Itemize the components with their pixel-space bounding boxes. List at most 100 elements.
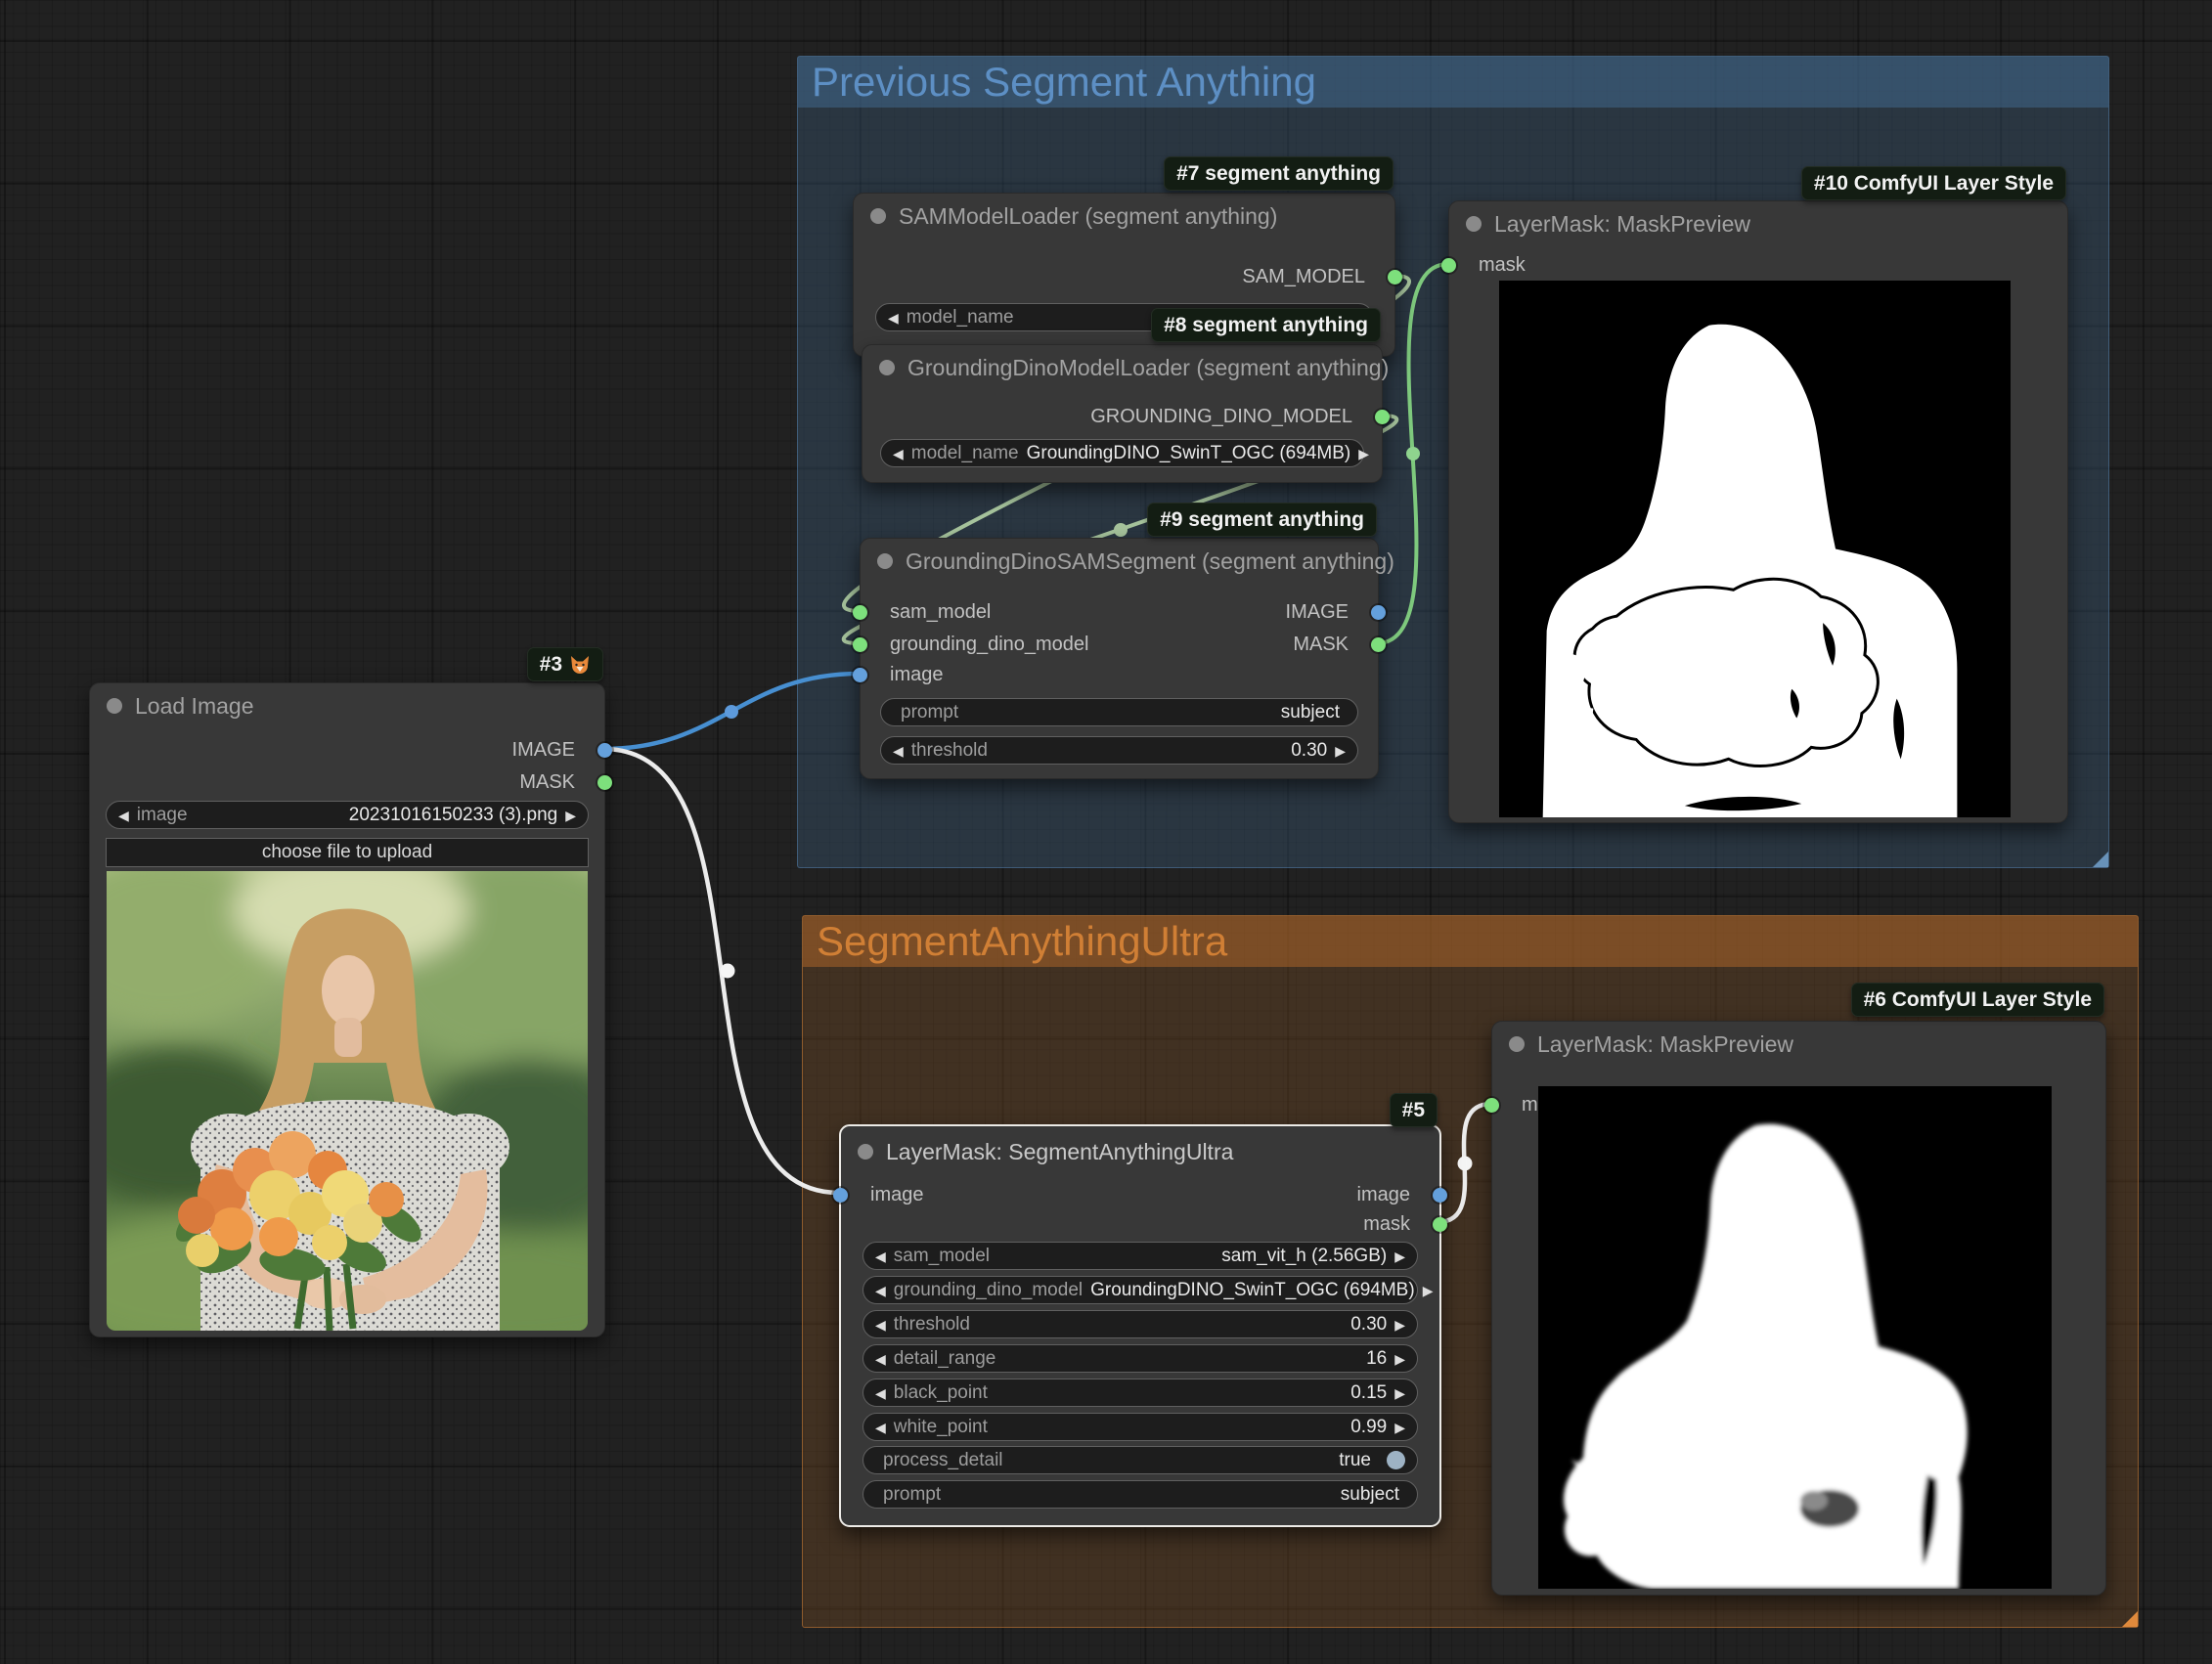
combo-left-arrow-icon[interactable]: ◀ xyxy=(875,1284,886,1297)
badge-text: #9 segment anything xyxy=(1160,508,1364,532)
badge-7: #7 segment anything xyxy=(1164,156,1394,191)
output-port-mask[interactable] xyxy=(597,775,612,790)
node-segment-titlebar[interactable]: GroundingDinoSAMSegment (segment anythin… xyxy=(861,539,1394,584)
sam-model-widget[interactable]: ◀ sam_model sam_vit_h (2.56GB) ▶ xyxy=(863,1242,1418,1270)
stepper-left-arrow-icon[interactable]: ◀ xyxy=(875,1318,886,1332)
collapse-dot-icon[interactable] xyxy=(858,1144,873,1160)
node-mask-preview-10[interactable]: LayerMask: MaskPreview mask xyxy=(1448,200,2068,823)
combo-left-arrow-icon[interactable]: ◀ xyxy=(888,311,899,325)
stepper-right-arrow-icon[interactable]: ▶ xyxy=(1394,1352,1405,1366)
output-port-image[interactable] xyxy=(597,743,612,758)
combo-left-arrow-icon[interactable]: ◀ xyxy=(875,1249,886,1263)
output-label-mask: mask xyxy=(1363,1211,1410,1237)
input-label-grounding-dino-model: grounding_dino_model xyxy=(890,632,1089,657)
prompt-widget[interactable]: prompt subject xyxy=(863,1480,1418,1509)
stepper-right-arrow-icon[interactable]: ▶ xyxy=(1394,1421,1405,1434)
output-port-grounding-dino-model[interactable] xyxy=(1375,410,1390,424)
node-segment-anything-ultra[interactable]: LayerMask: SegmentAnythingUltra image im… xyxy=(839,1124,1441,1527)
badge-text: #10 ComfyUI Layer Style xyxy=(1814,172,2054,196)
output-port-mask[interactable] xyxy=(1371,637,1386,652)
node-mask-preview-6[interactable]: LayerMask: MaskPreview mask xyxy=(1491,1021,2106,1596)
combo-right-arrow-icon[interactable]: ▶ xyxy=(1423,1284,1434,1297)
grounding-dino-model-widget[interactable]: ◀ grounding_dino_model GroundingDINO_Swi… xyxy=(863,1276,1418,1304)
combo-right-arrow-icon[interactable]: ▶ xyxy=(565,809,576,822)
black-point-widget[interactable]: ◀ black_point 0.15 ▶ xyxy=(863,1379,1418,1407)
output-port-image[interactable] xyxy=(1371,605,1386,620)
combo-left-arrow-icon[interactable]: ◀ xyxy=(118,809,129,822)
threshold-widget[interactable]: ◀ threshold 0.30 ▶ xyxy=(863,1310,1418,1338)
widget-value: 0.99 xyxy=(1350,1417,1387,1438)
node-ultra-titlebar[interactable]: LayerMask: SegmentAnythingUltra xyxy=(841,1126,1233,1177)
input-port-grounding-dino-model[interactable] xyxy=(853,637,867,652)
combo-right-arrow-icon[interactable]: ▶ xyxy=(1335,744,1346,758)
widget-value: GroundingDINO_SwinT_OGC (694MB) xyxy=(1090,1280,1415,1301)
widget-name: prompt xyxy=(893,702,958,723)
collapse-dot-icon[interactable] xyxy=(877,553,893,569)
collapse-dot-icon[interactable] xyxy=(879,360,895,375)
group-resize-handle[interactable] xyxy=(2093,852,2108,867)
input-label-mask: mask xyxy=(1479,252,1526,278)
group-ultra-title: SegmentAnythingUltra xyxy=(803,918,1227,965)
prompt-widget[interactable]: prompt subject xyxy=(880,698,1358,726)
node-mask-preview-titlebar[interactable]: LayerMask: MaskPreview xyxy=(1449,201,1750,246)
stepper-right-arrow-icon[interactable]: ▶ xyxy=(1394,1318,1405,1332)
node-grounding-dino-sam-segment[interactable]: GroundingDinoSAMSegment (segment anythin… xyxy=(860,538,1379,779)
input-port-image[interactable] xyxy=(833,1188,848,1203)
node-mask-preview-titlebar[interactable]: LayerMask: MaskPreview xyxy=(1492,1022,1793,1067)
combo-left-arrow-icon[interactable]: ◀ xyxy=(893,744,904,758)
output-port-mask[interactable] xyxy=(1433,1217,1447,1232)
detail-range-widget[interactable]: ◀ detail_range 16 ▶ xyxy=(863,1344,1418,1373)
group-previous-header[interactable]: Previous Segment Anything xyxy=(798,57,2108,108)
toggle-knob-icon[interactable] xyxy=(1387,1451,1405,1469)
loaded-image-preview xyxy=(107,871,588,1331)
widget-value: sam_vit_h (2.56GB) xyxy=(1221,1246,1387,1267)
node-dino-loader-titlebar[interactable]: GroundingDinoModelLoader (segment anythi… xyxy=(863,345,1389,390)
process-detail-toggle[interactable]: process_detail true xyxy=(863,1446,1418,1474)
node-sam-loader-titlebar[interactable]: SAMModelLoader (segment anything) xyxy=(854,194,1277,239)
combo-left-arrow-icon[interactable]: ◀ xyxy=(893,447,904,460)
group-previous-title: Previous Segment Anything xyxy=(798,59,1316,106)
wire-dot xyxy=(721,964,735,979)
badge-3: #3 xyxy=(527,647,603,681)
white-point-widget[interactable]: ◀ white_point 0.99 ▶ xyxy=(863,1413,1418,1441)
badge-text: #3 xyxy=(540,653,562,677)
choose-file-button[interactable]: choose file to upload xyxy=(106,838,589,867)
combo-right-arrow-icon[interactable]: ▶ xyxy=(1394,1249,1405,1263)
stepper-right-arrow-icon[interactable]: ▶ xyxy=(1394,1386,1405,1400)
output-label-image: IMAGE xyxy=(1286,599,1349,625)
threshold-widget[interactable]: ◀ threshold 0.30 ▶ xyxy=(880,736,1358,765)
input-port-mask[interactable] xyxy=(1441,258,1456,273)
badge-10: #10 ComfyUI Layer Style xyxy=(1801,166,2066,200)
badge-text: #7 segment anything xyxy=(1176,162,1381,186)
input-port-mask[interactable] xyxy=(1484,1098,1499,1113)
stepper-left-arrow-icon[interactable]: ◀ xyxy=(875,1352,886,1366)
widget-value: 0.30 xyxy=(1291,740,1327,762)
input-port-sam-model[interactable] xyxy=(853,605,867,620)
collapse-dot-icon[interactable] xyxy=(1509,1036,1525,1052)
image-combo-widget[interactable]: ◀ image 20231016150233 (3).png ▶ xyxy=(106,801,589,829)
widget-value: 16 xyxy=(1366,1348,1387,1370)
graph-canvas[interactable]: Previous Segment Anything SegmentAnythin… xyxy=(0,0,2212,1664)
combo-right-arrow-icon[interactable]: ▶ xyxy=(1358,447,1369,460)
widget-name: detail_range xyxy=(894,1348,996,1370)
node-grounding-dino-loader[interactable]: GroundingDinoModelLoader (segment anythi… xyxy=(862,344,1383,483)
group-ultra-header[interactable]: SegmentAnythingUltra xyxy=(803,916,2138,967)
wire-dot xyxy=(725,705,738,719)
output-port-image[interactable] xyxy=(1433,1188,1447,1203)
stepper-left-arrow-icon[interactable]: ◀ xyxy=(875,1421,886,1434)
mask-preview-image xyxy=(1499,281,2011,817)
node-load-image-titlebar[interactable]: Load Image xyxy=(90,683,253,728)
input-port-image[interactable] xyxy=(853,668,867,682)
group-resize-handle[interactable] xyxy=(2122,1611,2138,1627)
model-name-widget[interactable]: ◀ model_name GroundingDINO_SwinT_OGC (69… xyxy=(880,439,1364,467)
collapse-dot-icon[interactable] xyxy=(870,208,886,224)
output-port-sam-model[interactable] xyxy=(1388,270,1402,285)
collapse-dot-icon[interactable] xyxy=(1466,216,1482,232)
combo-name: image xyxy=(137,805,188,826)
widget-value: GroundingDINO_SwinT_OGC (694MB) xyxy=(1027,443,1351,464)
output-label-image: image xyxy=(1357,1182,1410,1207)
stepper-left-arrow-icon[interactable]: ◀ xyxy=(875,1386,886,1400)
collapse-dot-icon[interactable] xyxy=(107,698,122,714)
widget-value: true xyxy=(1339,1450,1371,1471)
node-load-image[interactable]: Load Image IMAGE MASK ◀ image 2023101615… xyxy=(89,682,605,1337)
